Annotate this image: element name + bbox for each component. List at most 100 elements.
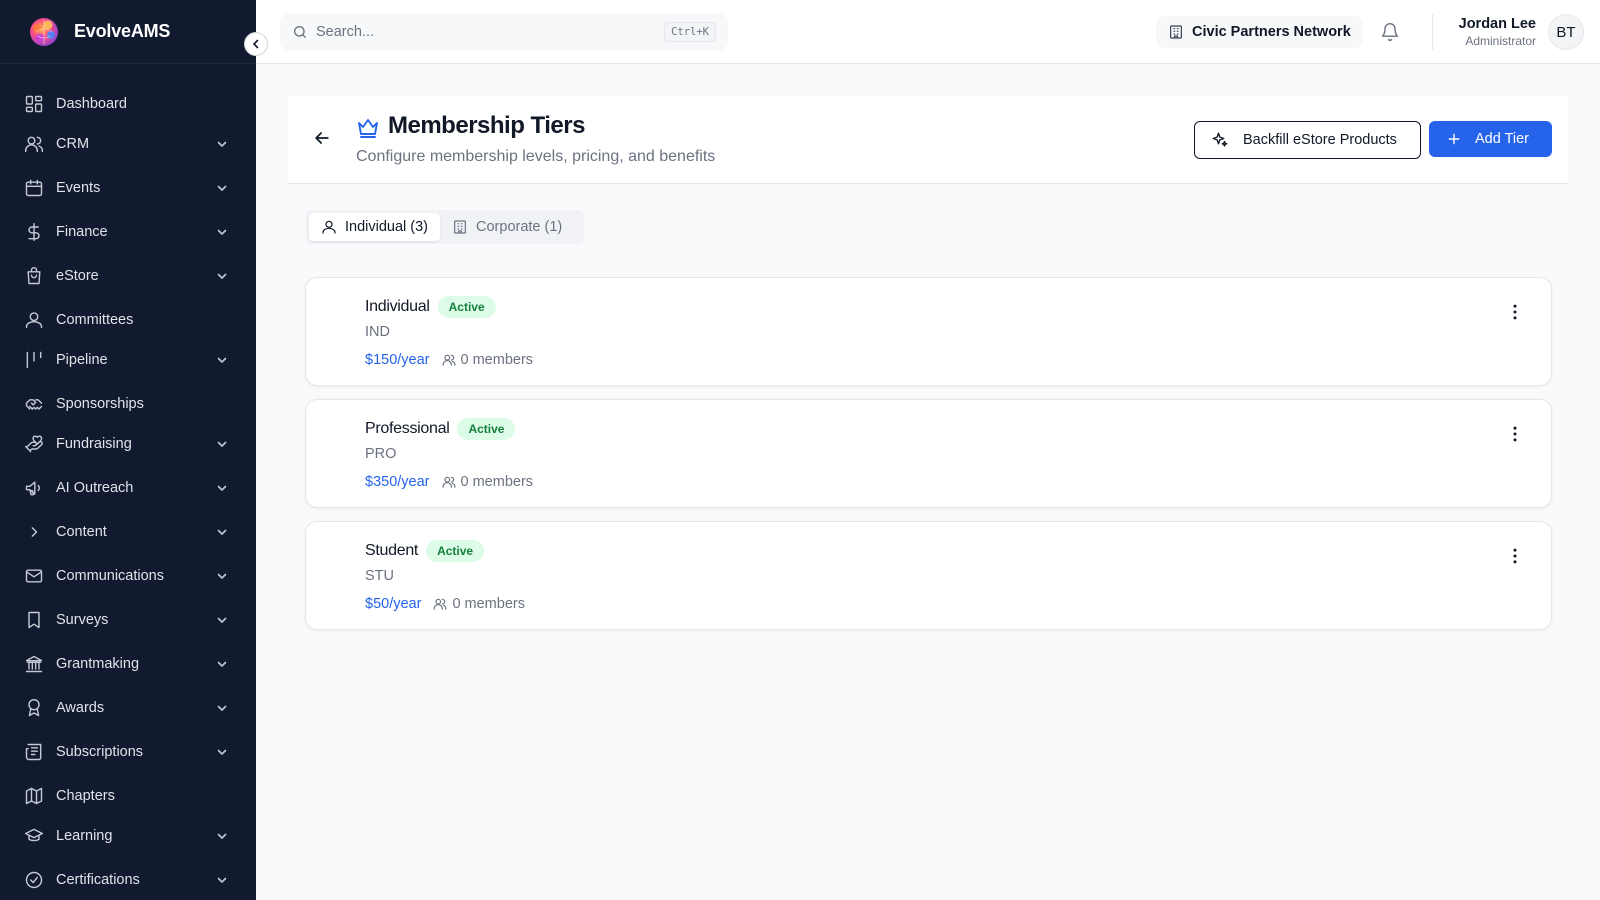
sidebar-item-certifications[interactable]: Certifications xyxy=(0,862,256,898)
add-tier-label: Add Tier xyxy=(1475,131,1529,147)
tier-meta: $150/year 0 members xyxy=(365,352,533,368)
status-badge: Active xyxy=(457,418,516,440)
dashboard-icon xyxy=(25,95,43,113)
backfill-label: Backfill eStore Products xyxy=(1243,132,1397,148)
sidebar-item-committees[interactable]: Committees xyxy=(0,302,256,338)
plus-icon xyxy=(1448,133,1460,145)
avatar[interactable]: BT xyxy=(1548,14,1584,50)
award-icon xyxy=(28,698,40,717)
sidebar-item-label: Chapters xyxy=(56,788,115,804)
sidebar-item-ai-outreach[interactable]: AI Outreach xyxy=(0,470,256,506)
chevron-down-icon xyxy=(217,661,227,667)
search-box[interactable]: Ctrl+K xyxy=(280,14,728,50)
chevron-down-icon xyxy=(217,529,227,535)
page-title: Membership Tiers xyxy=(388,112,585,139)
sidebar-item-pipeline[interactable]: Pipeline xyxy=(0,342,256,378)
sidebar-item-fundraising[interactable]: Fundraising xyxy=(0,426,256,462)
tier-name: Student xyxy=(365,542,419,559)
user-menu[interactable]: Jordan Lee Administrator BT xyxy=(1459,12,1584,52)
building-icon xyxy=(1170,25,1182,39)
sidebar-item-label: eStore xyxy=(56,268,99,284)
sidebar-item-subscriptions[interactable]: Subscriptions xyxy=(0,734,256,770)
chevron-left-icon xyxy=(253,39,259,49)
sidebar-item-content[interactable]: Content xyxy=(0,514,256,550)
hand-heart-icon xyxy=(24,435,43,453)
sidebar: EvolveAMS Dashboard CRM Events Finance e… xyxy=(0,0,256,900)
sidebar-item-label: CRM xyxy=(56,136,90,152)
more-vertical-icon[interactable] xyxy=(1505,424,1525,444)
sidebar-item-label: Dashboard xyxy=(56,96,127,112)
arrow-left-icon[interactable] xyxy=(312,128,332,148)
dollar-icon xyxy=(28,222,40,242)
user-name: Jordan Lee xyxy=(1458,16,1536,32)
status-badge: Active xyxy=(437,296,496,318)
crown-icon xyxy=(358,119,378,138)
sidebar-item-label: Sponsorships xyxy=(56,396,144,412)
chevron-down-icon xyxy=(217,441,227,447)
sidebar-item-label: Pipeline xyxy=(56,352,108,368)
sidebar-item-chapters[interactable]: Chapters xyxy=(0,778,256,814)
shopping-bag-icon xyxy=(27,266,41,285)
user-icon xyxy=(25,312,43,329)
tab-corporate[interactable]: Corporate (1) xyxy=(440,213,574,241)
tier-code: IND xyxy=(365,324,390,340)
sidebar-item-label: Fundraising xyxy=(56,436,132,452)
tier-header: Individual Active xyxy=(365,296,496,318)
org-name: Civic Partners Network xyxy=(1192,24,1351,40)
sidebar-item-label: Content xyxy=(56,524,107,540)
tier-card-professional[interactable]: Professional Active PRO $350/year 0 memb… xyxy=(305,399,1552,508)
tier-card-student[interactable]: Student Active STU $50/year 0 members xyxy=(305,521,1552,630)
status-badge: Active xyxy=(426,540,485,562)
bell-icon[interactable] xyxy=(1380,22,1400,42)
tier-card-individual[interactable]: Individual Active IND $150/year 0 member… xyxy=(305,277,1552,386)
org-switcher[interactable]: Civic Partners Network xyxy=(1156,16,1363,48)
tier-code: STU xyxy=(365,568,394,584)
sidebar-item-estore[interactable]: eStore xyxy=(0,258,256,294)
sidebar-item-events[interactable]: Events xyxy=(0,170,256,206)
sidebar-item-learning[interactable]: Learning xyxy=(0,818,256,854)
tier-price: $350/year xyxy=(365,474,430,490)
backfill-estore-products-button[interactable]: Backfill eStore Products xyxy=(1194,121,1421,159)
tier-type-tabs: Individual (3) Corporate (1) xyxy=(306,210,584,244)
sidebar-item-label: Events xyxy=(56,180,101,196)
sidebar-item-communications[interactable]: Communications xyxy=(0,558,256,594)
divider xyxy=(1432,14,1433,50)
sidebar-item-surveys[interactable]: Surveys xyxy=(0,602,256,638)
more-vertical-icon[interactable] xyxy=(1505,302,1525,322)
chevron-down-icon xyxy=(217,573,227,579)
chevron-down-icon xyxy=(217,705,227,711)
more-vertical-icon[interactable] xyxy=(1505,546,1525,566)
chevron-down-icon xyxy=(217,749,227,755)
tier-header: Professional Active xyxy=(365,418,516,440)
sidebar-item-sponsorships[interactable]: Sponsorships xyxy=(0,386,256,422)
tier-name: Professional xyxy=(365,420,450,437)
check-circle-icon xyxy=(25,871,43,889)
sidebar-item-label: Awards xyxy=(56,700,105,716)
sidebar-item-awards[interactable]: Awards xyxy=(0,690,256,726)
search-input[interactable] xyxy=(316,24,656,40)
chevron-down-icon xyxy=(217,273,227,279)
chevron-down-icon xyxy=(217,229,227,235)
sidebar-item-grantmaking[interactable]: Grantmaking xyxy=(0,646,256,682)
tier-members: 0 members xyxy=(460,474,534,490)
chevron-down-icon xyxy=(217,877,227,883)
tab-label: Individual (3) xyxy=(345,219,429,235)
users-icon xyxy=(24,136,44,153)
chevron-down-icon xyxy=(217,357,227,363)
tier-header: Student Active xyxy=(365,540,485,562)
brand[interactable]: EvolveAMS xyxy=(0,0,256,64)
sidebar-item-label: Grantmaking xyxy=(56,656,140,672)
sidebar-item-crm[interactable]: CRM xyxy=(0,126,256,162)
page-subtitle: Configure membership levels, pricing, an… xyxy=(356,148,716,165)
sidebar-item-dashboard[interactable]: Dashboard xyxy=(0,86,256,122)
search-icon xyxy=(294,26,306,38)
brain-logo-icon xyxy=(30,17,58,46)
tab-individual[interactable]: Individual (3) xyxy=(309,213,441,241)
add-tier-button[interactable]: Add Tier xyxy=(1429,121,1552,157)
graduation-cap-icon xyxy=(24,828,44,842)
sidebar-item-finance[interactable]: Finance xyxy=(0,214,256,250)
tier-code: PRO xyxy=(365,446,397,462)
collapse-sidebar-button[interactable] xyxy=(244,32,268,56)
tier-members: 0 members xyxy=(452,596,525,612)
mail-icon xyxy=(25,569,43,583)
